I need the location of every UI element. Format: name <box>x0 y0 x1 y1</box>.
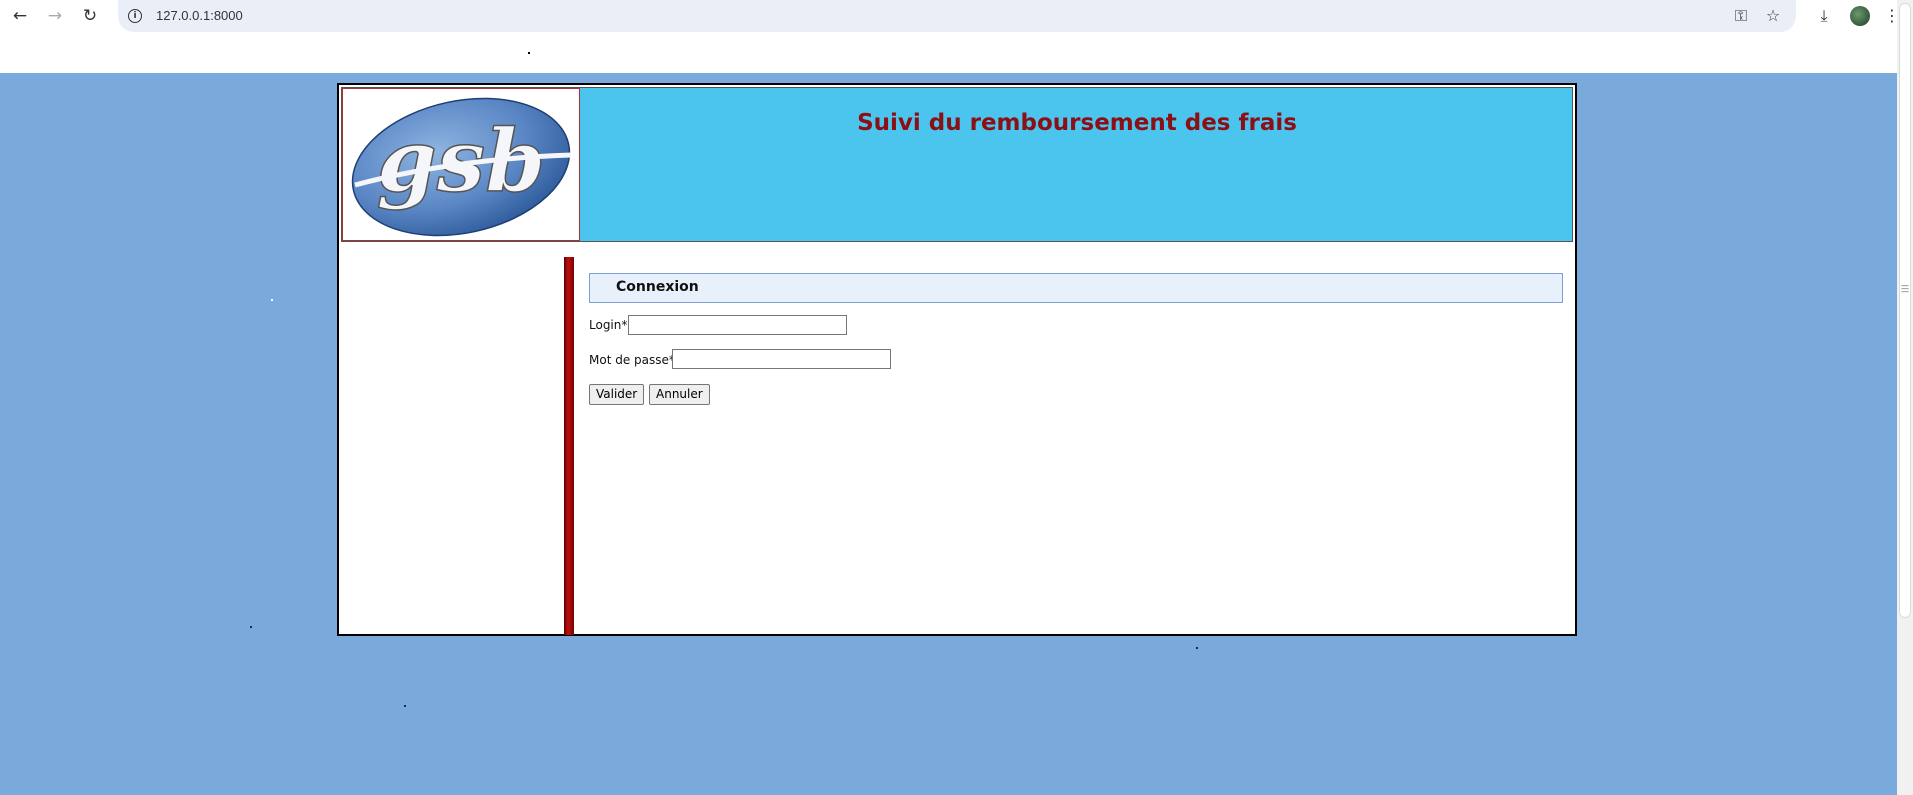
svg-text:gsb: gsb <box>377 111 546 212</box>
gsb-logo: gsb <box>342 88 580 241</box>
password-key-icon[interactable]: ⚿ <box>1730 5 1752 27</box>
stray-dot <box>271 299 273 301</box>
scrollbar-thumb[interactable] <box>1899 3 1911 618</box>
scroll-grip-icon: — — — <box>1901 281 1909 296</box>
profile-avatar[interactable] <box>1850 6 1870 26</box>
stray-dot <box>250 626 252 628</box>
address-bar[interactable]: i 127.0.0.1:8000 ⚿ ☆ <box>118 0 1796 32</box>
login-label: Login* <box>589 318 628 332</box>
page-header: gsb Suivi du remboursement des frais <box>341 87 1573 242</box>
browser-chrome: ← → ↻ i 127.0.0.1:8000 ⚿ ☆ ⤓ ⋮ <box>0 0 1913 73</box>
address-url[interactable]: 127.0.0.1:8000 <box>156 8 243 23</box>
left-menu <box>341 255 564 634</box>
bookmark-star-icon[interactable]: ☆ <box>1762 5 1784 27</box>
vertical-divider <box>564 257 574 635</box>
gsb-logo-image: gsb <box>351 97 572 237</box>
login-input[interactable] <box>628 315 847 335</box>
site-info-icon[interactable]: i <box>128 9 142 23</box>
back-icon[interactable]: ← <box>8 4 32 28</box>
stray-dot <box>528 52 530 54</box>
reload-icon[interactable]: ↻ <box>78 4 102 28</box>
password-input[interactable] <box>672 349 891 369</box>
section-title: Connexion <box>616 279 699 295</box>
page-container: gsb Suivi du remboursement des frais Con… <box>337 83 1577 636</box>
download-icon[interactable]: ⤓ <box>1812 4 1836 28</box>
section-header: Connexion <box>589 273 1563 303</box>
submit-button[interactable]: Valider <box>589 384 645 405</box>
stray-dot <box>404 705 406 707</box>
forward-icon[interactable]: → <box>43 4 67 28</box>
browser-toolbar: ← → ↻ i 127.0.0.1:8000 ⚿ ☆ ⤓ ⋮ <box>0 0 1913 32</box>
reset-button[interactable]: Annuler <box>649 384 710 405</box>
password-label: Mot de passe* <box>589 353 675 367</box>
stray-dot <box>1196 647 1198 649</box>
page-title: Suivi du remboursement des frais <box>857 110 1297 136</box>
